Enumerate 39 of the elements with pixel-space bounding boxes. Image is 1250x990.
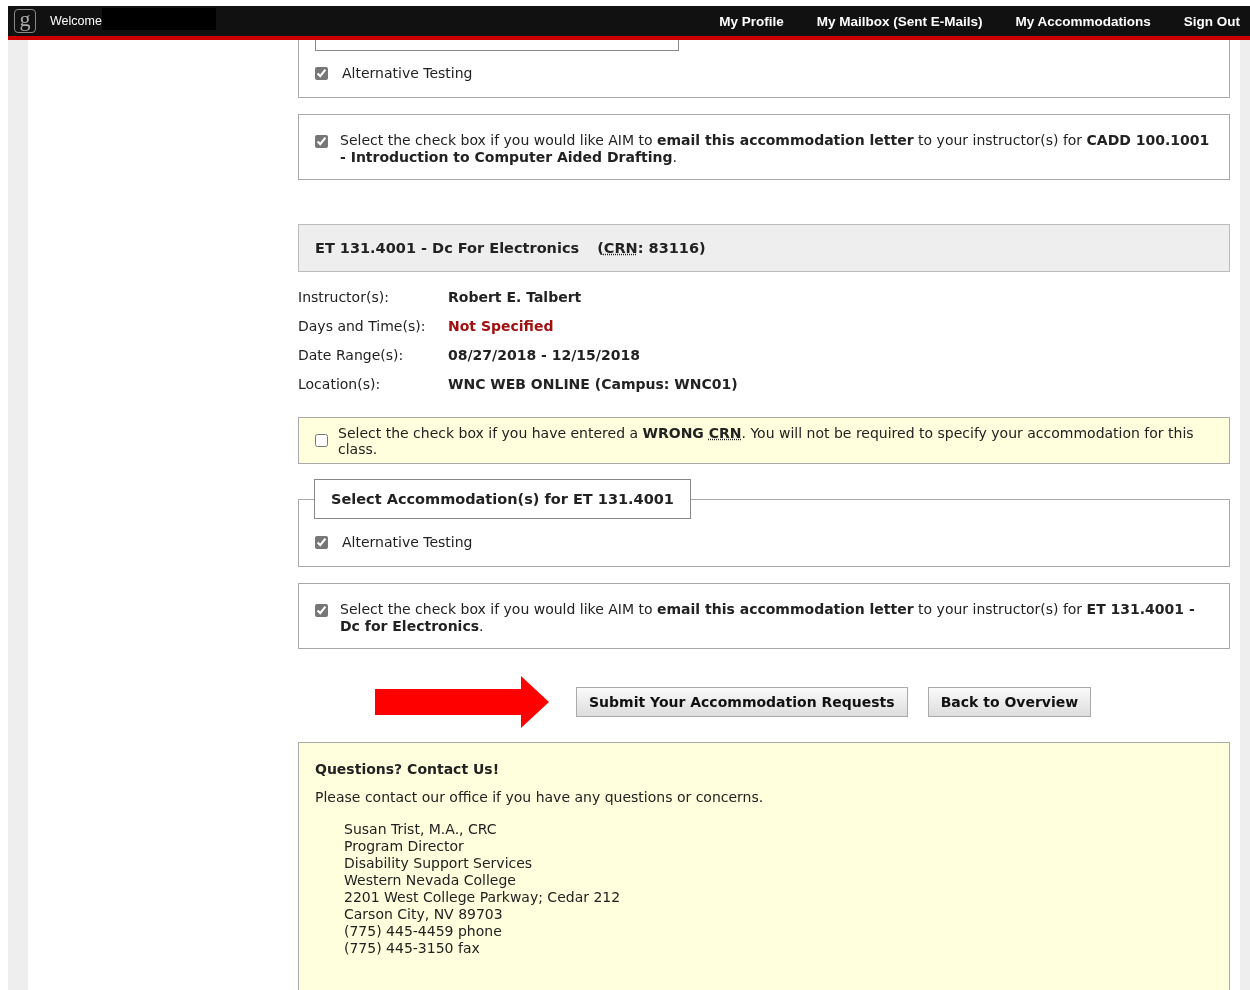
course-title: ET 131.4001 - Dc For Electronics (315, 240, 580, 256)
wrong-crn-text: Select the check box if you have entered a WRONG CRN. You will not be required to specify your accommodation for this class. (338, 424, 1195, 457)
checkbox-label: Alternative Testing (342, 534, 473, 550)
address-line: Disability Support Services (344, 855, 534, 872)
action-button[interactable]: Submit Your Accommodation Requests (576, 687, 908, 717)
logo-icon: g (14, 9, 36, 33)
detail-label: Date Range(s): (298, 347, 405, 363)
nav-link[interactable]: My Profile (719, 13, 784, 29)
checkbox[interactable] (315, 434, 328, 447)
address-line: Carson City, NV 89703 (344, 906, 504, 923)
checkbox[interactable] (315, 135, 328, 148)
crn-text: (CRN: 83116) (597, 240, 706, 256)
contact-title: Questions? Contact Us! (315, 761, 501, 777)
nav-link[interactable]: My Accommodations (1015, 13, 1151, 29)
detail-label: Location(s): (298, 376, 382, 392)
detail-value: Robert E. Talbert (448, 289, 583, 305)
welcome-text: Welcome (50, 14, 102, 28)
address-line: Susan Trist, M.A., CRC (344, 821, 498, 838)
checkbox[interactable] (315, 535, 328, 549)
detail-value: Not Specified (448, 318, 555, 334)
detail-value: 08/27/2018 - 12/15/2018 (448, 347, 641, 363)
email-option-text: Select the check box if you would like AIM to email this accommodation letter to your instructor(s) for CADD 100.1001 - Introduction to Computer Aided Drafting. (340, 132, 1211, 166)
checkbox-label: Alternative Testing (342, 65, 473, 81)
nav-link[interactable]: My Mailbox (Sent E-Mails) (816, 13, 983, 29)
fieldset-legend: Select Accommodation(s) for ET 131.4001 (314, 479, 691, 519)
detail-label: Instructor(s): (298, 289, 390, 305)
address-line: Program Director (344, 838, 465, 855)
address-line: 2201 West College Parkway; Cedar 212 (344, 889, 622, 906)
email-option-text: Select the check box if you would like AIM to email this accommodation letter to your instructor(s) for ET 131.4001 - Dc for Electronics. (340, 601, 1196, 635)
detail-label: Days and Time(s): (298, 318, 427, 334)
detail-value: WNC WEB ONLINE (Campus: WNC01) (448, 376, 739, 392)
contact-intro: Please contact our office if you have any questions or concerns. (315, 789, 765, 805)
address-line: Western Nevada College (344, 872, 517, 889)
nav-link[interactable]: Sign Out (1183, 13, 1240, 29)
address-line: (775) 445-4459 phone (344, 923, 503, 940)
checkbox[interactable] (315, 66, 328, 80)
address-line: (775) 445-3150 fax (344, 940, 481, 957)
checkbox[interactable] (315, 604, 328, 617)
action-button[interactable]: Back to Overview (927, 687, 1092, 717)
